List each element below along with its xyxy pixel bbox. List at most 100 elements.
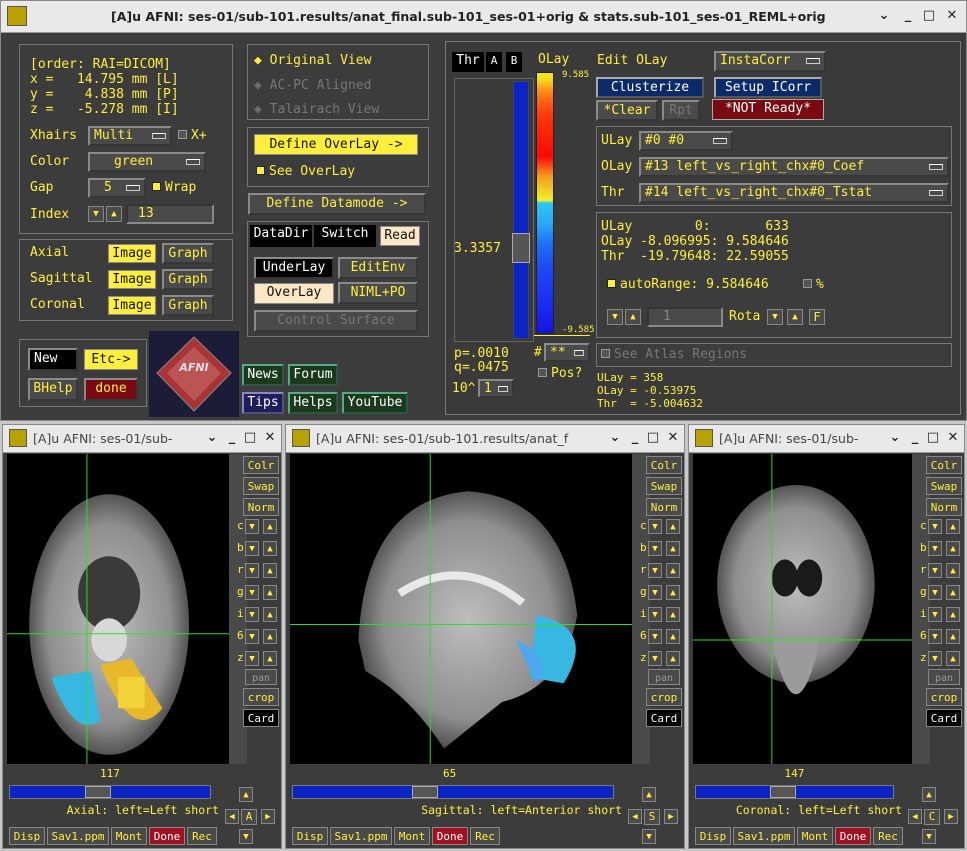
- rota-input[interactable]: 1: [647, 307, 723, 327]
- key-i-up-arrow-icon[interactable]: ▲: [666, 607, 680, 622]
- viewer-left-arrow-icon[interactable]: ◀: [628, 809, 642, 824]
- b-button[interactable]: B: [506, 52, 522, 72]
- key-g-down-arrow-icon[interactable]: ▼: [648, 585, 662, 600]
- axial-image-button[interactable]: Image: [108, 244, 156, 263]
- sagittal-image-button[interactable]: Image: [108, 270, 156, 289]
- index-up-arrow-icon[interactable]: ▲: [106, 206, 122, 222]
- key-g-down-arrow-icon[interactable]: ▼: [245, 585, 259, 600]
- key-r-up-arrow-icon[interactable]: ▲: [666, 563, 680, 578]
- acpc-view-radio[interactable]: ◈ AC-PC Aligned: [254, 78, 371, 93]
- flip-button[interactable]: F: [809, 309, 825, 325]
- tips-button[interactable]: Tips: [242, 392, 284, 414]
- a-button[interactable]: A: [486, 52, 502, 72]
- viewer-up-arrow-icon[interactable]: ▲: [642, 787, 656, 802]
- crop-button[interactable]: crop: [243, 688, 279, 706]
- key-g-down-arrow-icon[interactable]: ▼: [928, 585, 942, 600]
- slice-slider[interactable]: [292, 785, 614, 799]
- norm-button[interactable]: Norm: [646, 498, 682, 516]
- editenv-button[interactable]: EditEnv: [338, 257, 418, 279]
- underlay-button[interactable]: UnderLay: [254, 257, 334, 279]
- key-b-down-arrow-icon[interactable]: ▼: [648, 541, 662, 556]
- switch-button[interactable]: Switch: [314, 225, 376, 247]
- key-z-up-arrow-icon[interactable]: ▲: [946, 651, 960, 666]
- done-button[interactable]: done: [84, 378, 138, 401]
- gap-select[interactable]: 5: [88, 178, 146, 198]
- viewer-right-arrow-icon[interactable]: ▶: [664, 809, 678, 824]
- crop-button[interactable]: crop: [926, 688, 962, 706]
- save-button[interactable]: Sav1.ppm: [330, 827, 392, 845]
- instacorr-select[interactable]: InstaCorr: [714, 51, 826, 72]
- exponent-select[interactable]: 1: [478, 379, 514, 398]
- key-z-up-arrow-icon[interactable]: ▲: [263, 651, 277, 666]
- helps-button[interactable]: Helps: [288, 392, 338, 414]
- thr-select[interactable]: #14 left_vs_right_chx#0_Tstat: [639, 183, 949, 203]
- thr-button[interactable]: Thr: [452, 52, 484, 72]
- close-icon[interactable]: ✕: [945, 9, 959, 23]
- key-c-down-arrow-icon[interactable]: ▼: [648, 519, 662, 534]
- rpt-button[interactable]: Rpt: [662, 100, 700, 121]
- rota-right-arrow-icon[interactable]: ▲: [787, 309, 803, 325]
- key-i-down-arrow-icon[interactable]: ▼: [928, 607, 942, 622]
- pan-button[interactable]: pan: [928, 669, 960, 685]
- key-c-up-arrow-icon[interactable]: ▲: [946, 519, 960, 534]
- sagittal-graph-button[interactable]: Graph: [162, 269, 214, 290]
- rec-button[interactable]: Rec: [470, 827, 500, 845]
- read-button[interactable]: Read: [380, 226, 420, 246]
- viewer-titlebar[interactable]: [A]u AFNI: ses-01/sub-101.results/anat_f…: [286, 425, 684, 453]
- key-g-up-arrow-icon[interactable]: ▲: [946, 585, 960, 600]
- key-z-down-arrow-icon[interactable]: ▼: [648, 651, 662, 666]
- pan-button[interactable]: pan: [648, 669, 680, 685]
- card-button[interactable]: Card: [646, 709, 682, 727]
- key-i-down-arrow-icon[interactable]: ▼: [245, 607, 259, 622]
- viewer-right-arrow-icon[interactable]: ▶: [261, 809, 275, 824]
- viewer-down-arrow-icon[interactable]: ▼: [922, 829, 936, 844]
- viewer-up-arrow-icon[interactable]: ▲: [239, 787, 253, 802]
- minimize-icon[interactable]: _: [901, 9, 915, 23]
- slice-slider-thumb[interactable]: [85, 786, 111, 798]
- viewer-titlebar[interactable]: [A]u AFNI: ses-01/sub- ⌄ _ □ ✕: [689, 425, 964, 453]
- autorange-toggle[interactable]: autoRange: 9.584646: [607, 277, 769, 292]
- key-6-down-arrow-icon[interactable]: ▼: [648, 629, 662, 644]
- slice-slider[interactable]: [695, 785, 894, 799]
- coronal-image-button[interactable]: Image: [108, 296, 156, 315]
- key-c-down-arrow-icon[interactable]: ▼: [245, 519, 259, 534]
- minimize-icon[interactable]: _: [628, 431, 642, 445]
- key-b-down-arrow-icon[interactable]: ▼: [928, 541, 942, 556]
- viewer-down-arrow-icon[interactable]: ▼: [239, 829, 253, 844]
- xplus-toggle[interactable]: X+: [178, 128, 207, 143]
- close-icon[interactable]: ✕: [666, 431, 680, 445]
- mont-button[interactable]: Mont: [797, 827, 833, 845]
- define-overlay-button[interactable]: Define OverLay ->: [254, 134, 418, 155]
- key-6-up-arrow-icon[interactable]: ▲: [946, 629, 960, 644]
- key-r-down-arrow-icon[interactable]: ▼: [928, 563, 942, 578]
- wrap-toggle[interactable]: Wrap: [152, 180, 196, 195]
- key-i-up-arrow-icon[interactable]: ▲: [263, 607, 277, 622]
- key-6-down-arrow-icon[interactable]: ▼: [245, 629, 259, 644]
- key-z-down-arrow-icon[interactable]: ▼: [928, 651, 942, 666]
- talairach-view-radio[interactable]: ◈ Talairach View: [254, 102, 379, 117]
- key-r-down-arrow-icon[interactable]: ▼: [245, 563, 259, 578]
- pos-toggle[interactable]: Pos?: [538, 366, 582, 381]
- define-datamode-button[interactable]: Define Datamode ->: [248, 193, 426, 215]
- control-surface-button[interactable]: Control Surface: [254, 310, 418, 332]
- maximize-icon[interactable]: □: [243, 431, 257, 445]
- chevron-down-icon[interactable]: ⌄: [205, 431, 219, 445]
- save-button[interactable]: Sav1.ppm: [733, 827, 795, 845]
- clear-button[interactable]: *Clear: [596, 100, 658, 121]
- orientation-letter-button[interactable]: A: [241, 809, 257, 825]
- chevron-down-icon[interactable]: ⌄: [888, 431, 902, 445]
- new-button[interactable]: New: [28, 348, 78, 371]
- rota-left-arrow-icon[interactable]: ▼: [767, 309, 783, 325]
- key-c-up-arrow-icon[interactable]: ▲: [666, 519, 680, 534]
- edit-olay-label[interactable]: Edit OLay: [597, 53, 667, 68]
- olay-select[interactable]: #13 left_vs_right_chx#0_Coef: [639, 157, 949, 177]
- key-b-down-arrow-icon[interactable]: ▼: [245, 541, 259, 556]
- maximize-icon[interactable]: □: [922, 9, 936, 23]
- key-g-up-arrow-icon[interactable]: ▲: [666, 585, 680, 600]
- key-g-up-arrow-icon[interactable]: ▲: [263, 585, 277, 600]
- minimize-icon[interactable]: _: [908, 431, 922, 445]
- key-r-down-arrow-icon[interactable]: ▼: [648, 563, 662, 578]
- disp-button[interactable]: Disp: [695, 827, 731, 845]
- rec-button[interactable]: Rec: [187, 827, 217, 845]
- key-c-down-arrow-icon[interactable]: ▼: [928, 519, 942, 534]
